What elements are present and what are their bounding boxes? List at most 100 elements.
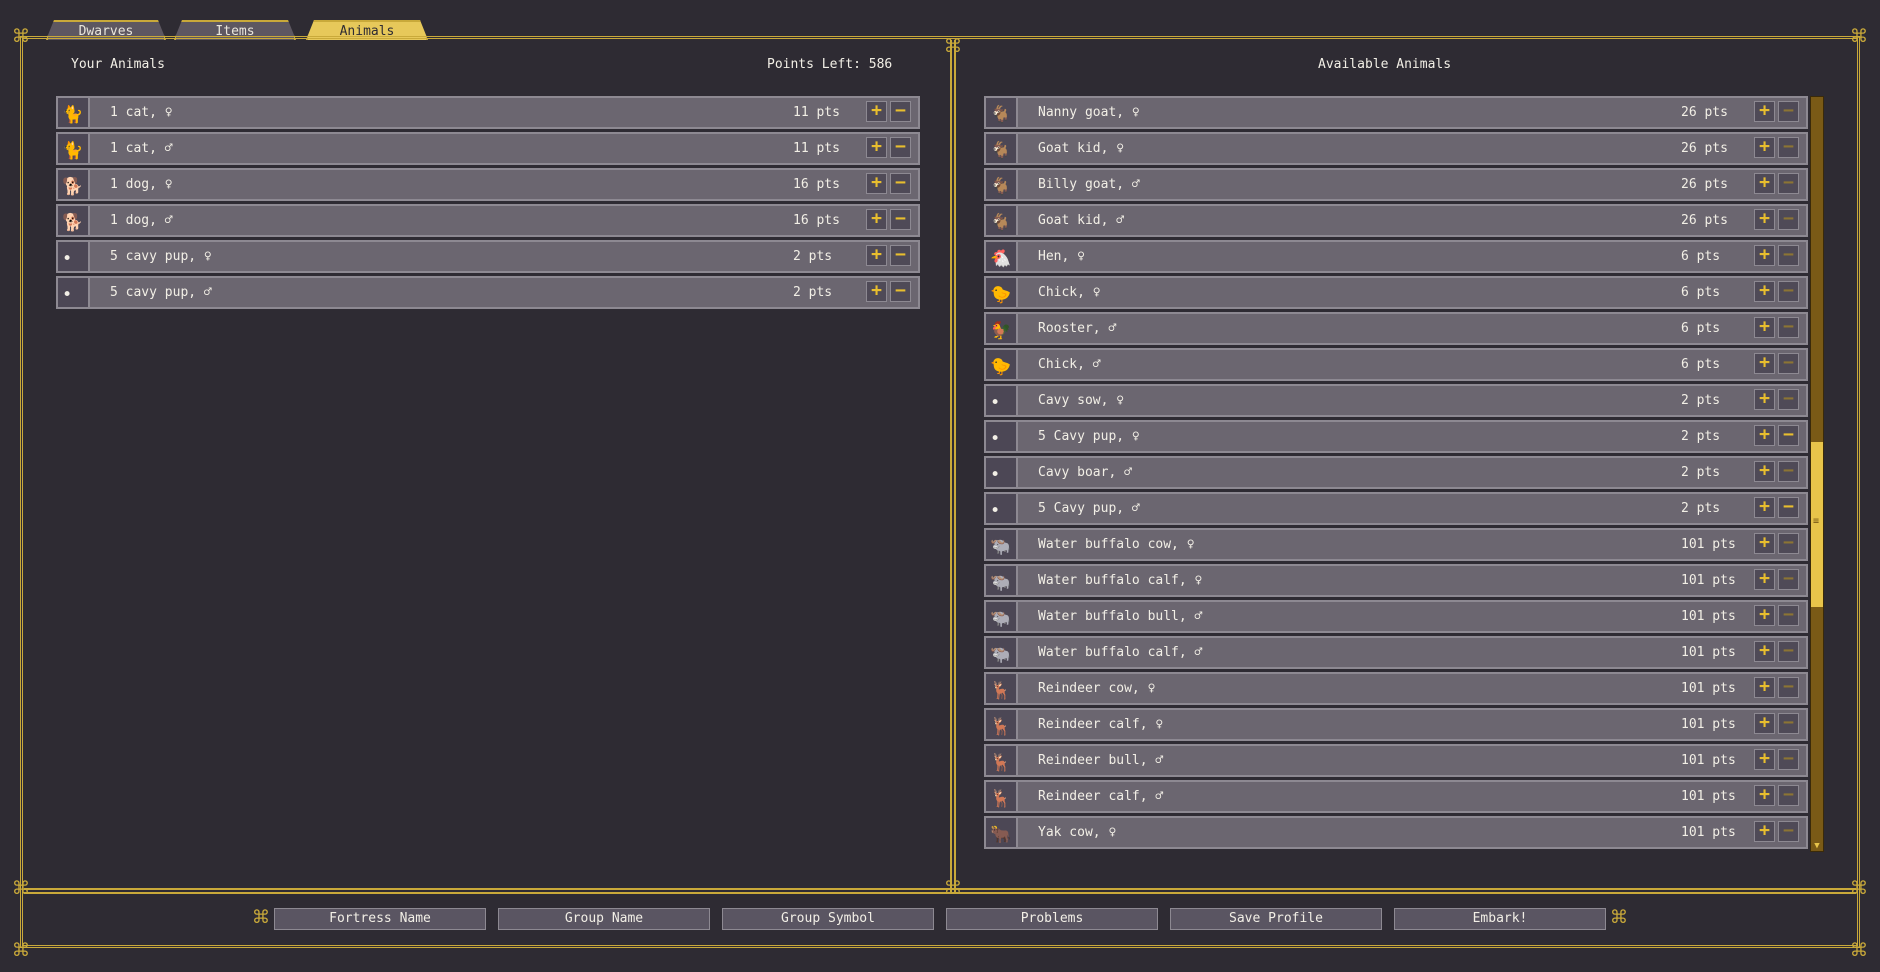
remove-animal-button[interactable]: − bbox=[1778, 101, 1799, 122]
remove-animal-button[interactable]: − bbox=[1778, 749, 1799, 770]
add-animal-button[interactable]: + bbox=[1754, 785, 1775, 806]
remove-animal-button[interactable]: − bbox=[1778, 137, 1799, 158]
list-item[interactable]: • Cavy boar, ♂ 2 pts + − bbox=[984, 456, 1808, 489]
list-item[interactable]: • 5 cavy pup, ♀ 2 pts + − bbox=[56, 240, 920, 273]
list-item[interactable]: 🐂 Yak cow, ♀ 101 pts + − bbox=[984, 816, 1808, 849]
remove-animal-button[interactable]: − bbox=[1778, 317, 1799, 338]
remove-animal-button[interactable]: − bbox=[890, 137, 911, 158]
add-animal-button[interactable]: + bbox=[866, 281, 887, 302]
list-item[interactable]: 🦌 Reindeer bull, ♂ 101 pts + − bbox=[984, 744, 1808, 777]
add-animal-button[interactable]: + bbox=[866, 173, 887, 194]
list-item[interactable]: 🐐 Nanny goat, ♀ 26 pts + − bbox=[984, 96, 1808, 129]
add-animal-button[interactable]: + bbox=[866, 209, 887, 230]
group-symbol-button[interactable]: Group Symbol bbox=[722, 908, 934, 930]
remove-animal-button[interactable]: − bbox=[1778, 281, 1799, 302]
list-item[interactable]: 🐃 Water buffalo cow, ♀ 101 pts + − bbox=[984, 528, 1808, 561]
list-item[interactable]: 🐈 1 cat, ♂ 11 pts + − bbox=[56, 132, 920, 165]
list-item[interactable]: 🐓 Rooster, ♂ 6 pts + − bbox=[984, 312, 1808, 345]
remove-animal-button[interactable]: − bbox=[1778, 713, 1799, 734]
scrollbar[interactable]: ≡ bbox=[1810, 96, 1824, 852]
remove-animal-button[interactable]: − bbox=[1778, 245, 1799, 266]
animal-points: 101 pts bbox=[1681, 681, 1736, 696]
remove-animal-button[interactable]: − bbox=[890, 281, 911, 302]
add-animal-button[interactable]: + bbox=[1754, 533, 1775, 554]
add-animal-button[interactable]: + bbox=[1754, 101, 1775, 122]
list-item[interactable]: 🐕 1 dog, ♂ 16 pts + − bbox=[56, 204, 920, 237]
remove-animal-button[interactable]: − bbox=[1778, 461, 1799, 482]
remove-animal-button[interactable]: − bbox=[1778, 821, 1799, 842]
add-animal-button[interactable]: + bbox=[1754, 713, 1775, 734]
list-item[interactable]: • 5 Cavy pup, ♀ 2 pts + − bbox=[984, 420, 1808, 453]
list-item[interactable]: • 5 Cavy pup, ♂ 2 pts + − bbox=[984, 492, 1808, 525]
list-item[interactable]: 🐤 Chick, ♀ 6 pts + − bbox=[984, 276, 1808, 309]
embark-button[interactable]: Embark! bbox=[1394, 908, 1606, 930]
animal-name: Goat kid, ♀ bbox=[1038, 141, 1125, 156]
add-animal-button[interactable]: + bbox=[1754, 569, 1775, 590]
add-animal-button[interactable]: + bbox=[866, 137, 887, 158]
group-name-button[interactable]: Group Name bbox=[498, 908, 710, 930]
remove-animal-button[interactable]: − bbox=[890, 173, 911, 194]
animal-name: 5 Cavy pup, ♂ bbox=[1038, 501, 1140, 516]
add-animal-button[interactable]: + bbox=[1754, 461, 1775, 482]
remove-animal-button[interactable]: − bbox=[890, 101, 911, 122]
list-item[interactable]: 🐐 Billy goat, ♂ 26 pts + − bbox=[984, 168, 1808, 201]
add-animal-button[interactable]: + bbox=[1754, 389, 1775, 410]
add-animal-button[interactable]: + bbox=[1754, 821, 1775, 842]
list-item[interactable]: 🦌 Reindeer cow, ♀ 101 pts + − bbox=[984, 672, 1808, 705]
list-item[interactable]: 🐤 Chick, ♂ 6 pts + − bbox=[984, 348, 1808, 381]
problems-button[interactable]: Problems bbox=[946, 908, 1158, 930]
list-item[interactable]: 🐃 Water buffalo calf, ♂ 101 pts + − bbox=[984, 636, 1808, 669]
add-animal-button[interactable]: + bbox=[1754, 317, 1775, 338]
animal-points: 26 pts bbox=[1681, 177, 1728, 192]
fortress-name-button[interactable]: Fortress Name bbox=[274, 908, 486, 930]
bar-ornament-icon: ⌘ bbox=[253, 903, 269, 933]
save-profile-button[interactable]: Save Profile bbox=[1170, 908, 1382, 930]
list-item[interactable]: • Cavy sow, ♀ 2 pts + − bbox=[984, 384, 1808, 417]
animal-points: 2 pts bbox=[793, 285, 833, 300]
remove-animal-button[interactable]: − bbox=[1778, 785, 1799, 806]
list-item[interactable]: 🐐 Goat kid, ♂ 26 pts + − bbox=[984, 204, 1808, 237]
add-animal-button[interactable]: + bbox=[1754, 605, 1775, 626]
remove-animal-button[interactable]: − bbox=[1778, 641, 1799, 662]
remove-animal-button[interactable]: − bbox=[1778, 569, 1799, 590]
add-animal-button[interactable]: + bbox=[1754, 281, 1775, 302]
add-animal-button[interactable]: + bbox=[1754, 137, 1775, 158]
remove-animal-button[interactable]: − bbox=[1778, 389, 1799, 410]
remove-animal-button[interactable]: − bbox=[1778, 173, 1799, 194]
remove-animal-button[interactable]: − bbox=[1778, 497, 1799, 518]
list-item[interactable]: 🐕 1 dog, ♀ 16 pts + − bbox=[56, 168, 920, 201]
add-animal-button[interactable]: + bbox=[866, 245, 887, 266]
animal-points: 6 pts bbox=[1681, 357, 1721, 372]
add-animal-button[interactable]: + bbox=[1754, 677, 1775, 698]
add-animal-button[interactable]: + bbox=[866, 101, 887, 122]
add-animal-button[interactable]: + bbox=[1754, 425, 1775, 446]
goat-icon: 🐐 bbox=[990, 105, 1012, 125]
list-item[interactable]: 🦌 Reindeer calf, ♀ 101 pts + − bbox=[984, 708, 1808, 741]
remove-animal-button[interactable]: − bbox=[1778, 605, 1799, 626]
list-item[interactable]: 🦌 Reindeer calf, ♂ 101 pts + − bbox=[984, 780, 1808, 813]
remove-animal-button[interactable]: − bbox=[1778, 533, 1799, 554]
list-item[interactable]: 🐐 Goat kid, ♀ 26 pts + − bbox=[984, 132, 1808, 165]
chick-icon: 🐤 bbox=[990, 285, 1012, 305]
add-animal-button[interactable]: + bbox=[1754, 641, 1775, 662]
remove-animal-button[interactable]: − bbox=[1778, 353, 1799, 374]
remove-animal-button[interactable]: − bbox=[890, 245, 911, 266]
add-animal-button[interactable]: + bbox=[1754, 173, 1775, 194]
list-item[interactable]: 🐈 1 cat, ♀ 11 pts + − bbox=[56, 96, 920, 129]
scroll-down-icon[interactable]: ▼ bbox=[1810, 840, 1824, 852]
remove-animal-button[interactable]: − bbox=[1778, 425, 1799, 446]
remove-animal-button[interactable]: − bbox=[1778, 209, 1799, 230]
add-animal-button[interactable]: + bbox=[1754, 209, 1775, 230]
add-animal-button[interactable]: + bbox=[1754, 497, 1775, 518]
list-item[interactable]: • 5 cavy pup, ♂ 2 pts + − bbox=[56, 276, 920, 309]
list-item[interactable]: 🐔 Hen, ♀ 6 pts + − bbox=[984, 240, 1808, 273]
list-item[interactable]: 🐃 Water buffalo calf, ♀ 101 pts + − bbox=[984, 564, 1808, 597]
remove-animal-button[interactable]: − bbox=[890, 209, 911, 230]
add-animal-button[interactable]: + bbox=[1754, 749, 1775, 770]
list-item[interactable]: 🐃 Water buffalo bull, ♂ 101 pts + − bbox=[984, 600, 1808, 633]
rooster-icon: 🐓 bbox=[990, 321, 1012, 341]
add-animal-button[interactable]: + bbox=[1754, 353, 1775, 374]
add-animal-button[interactable]: + bbox=[1754, 245, 1775, 266]
scrollbar-thumb[interactable]: ≡ bbox=[1811, 442, 1823, 607]
remove-animal-button[interactable]: − bbox=[1778, 677, 1799, 698]
